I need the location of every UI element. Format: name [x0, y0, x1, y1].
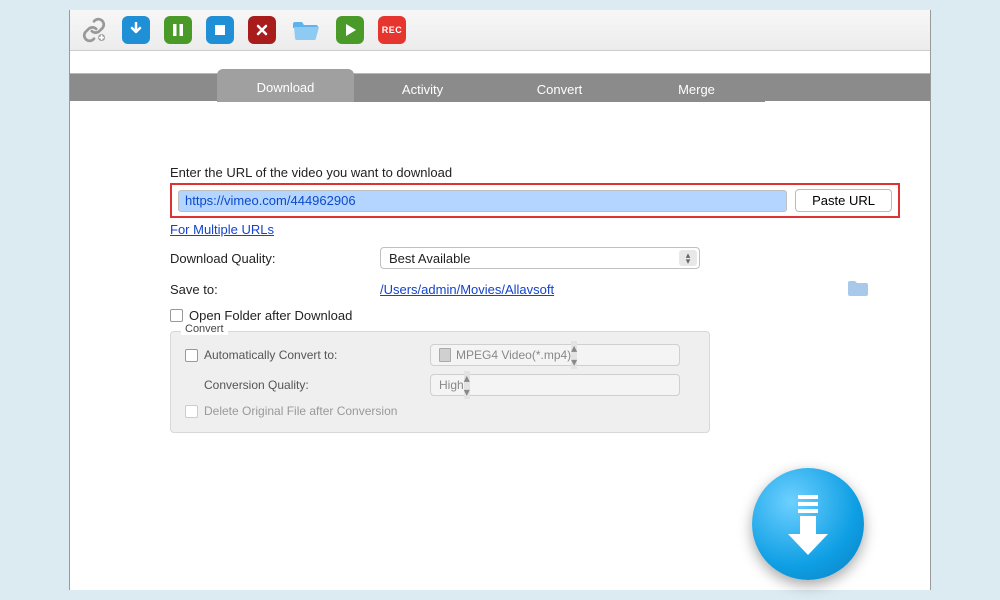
chevron-updown-icon: ▴▾ — [464, 371, 470, 399]
tab-convert[interactable]: Convert — [491, 74, 628, 102]
delete-original-checkbox[interactable] — [185, 405, 198, 418]
download-quality-value: Best Available — [389, 251, 470, 266]
tab-merge[interactable]: Merge — [628, 74, 765, 102]
save-to-label: Save to: — [170, 282, 380, 297]
paste-url-button[interactable]: Paste URL — [795, 189, 892, 212]
record-icon[interactable]: REC — [378, 16, 406, 44]
app-window: REC Download Activity Convert Merge Ente… — [69, 10, 931, 590]
conversion-quality-select[interactable]: High ▴▾ — [430, 374, 680, 396]
pause-icon[interactable] — [164, 16, 192, 44]
chevron-updown-icon: ▴▾ — [679, 250, 697, 266]
convert-legend: Convert — [181, 323, 228, 335]
browse-folder-icon[interactable] — [846, 279, 870, 300]
url-prompt-label: Enter the URL of the video you want to d… — [170, 165, 900, 180]
open-folder-checkbox[interactable] — [170, 309, 183, 322]
play-icon[interactable] — [336, 16, 364, 44]
download-quality-select[interactable]: Best Available ▴▾ — [380, 247, 700, 269]
convert-format-select[interactable]: MPEG4 Video(*.mp4) ▴▾ — [430, 344, 680, 366]
url-row-highlight: Paste URL — [170, 183, 900, 218]
open-folder-icon[interactable] — [290, 16, 322, 44]
toolbar: REC — [70, 10, 930, 51]
tab-download[interactable]: Download — [217, 69, 354, 102]
stop-icon[interactable] — [206, 16, 234, 44]
chevron-updown-icon: ▴▾ — [571, 341, 577, 369]
tab-row: Download Activity Convert Merge — [70, 73, 930, 101]
main-panel: Enter the URL of the video you want to d… — [70, 101, 930, 433]
save-path-link[interactable]: /Users/admin/Movies/Allavsoft — [380, 282, 554, 297]
delete-original-label: Delete Original File after Conversion — [204, 404, 397, 418]
delete-icon[interactable] — [248, 16, 276, 44]
convert-format-value: MPEG4 Video(*.mp4) — [456, 348, 571, 362]
multiple-urls-link[interactable]: For Multiple URLs — [170, 222, 274, 237]
url-input[interactable] — [178, 190, 787, 212]
download-quality-label: Download Quality: — [170, 251, 380, 266]
start-download-button[interactable] — [752, 468, 864, 580]
conversion-quality-label: Conversion Quality: — [204, 378, 309, 392]
link-icon[interactable] — [80, 16, 108, 44]
auto-convert-label: Automatically Convert to: — [204, 348, 337, 362]
auto-convert-checkbox[interactable] — [185, 349, 198, 362]
convert-fieldset: Convert Automatically Convert to: MPEG4 … — [170, 331, 710, 433]
open-folder-label: Open Folder after Download — [189, 308, 352, 323]
download-icon[interactable] — [122, 16, 150, 44]
tab-activity[interactable]: Activity — [354, 74, 491, 102]
conversion-quality-value: High — [439, 378, 464, 392]
file-icon — [439, 348, 451, 362]
